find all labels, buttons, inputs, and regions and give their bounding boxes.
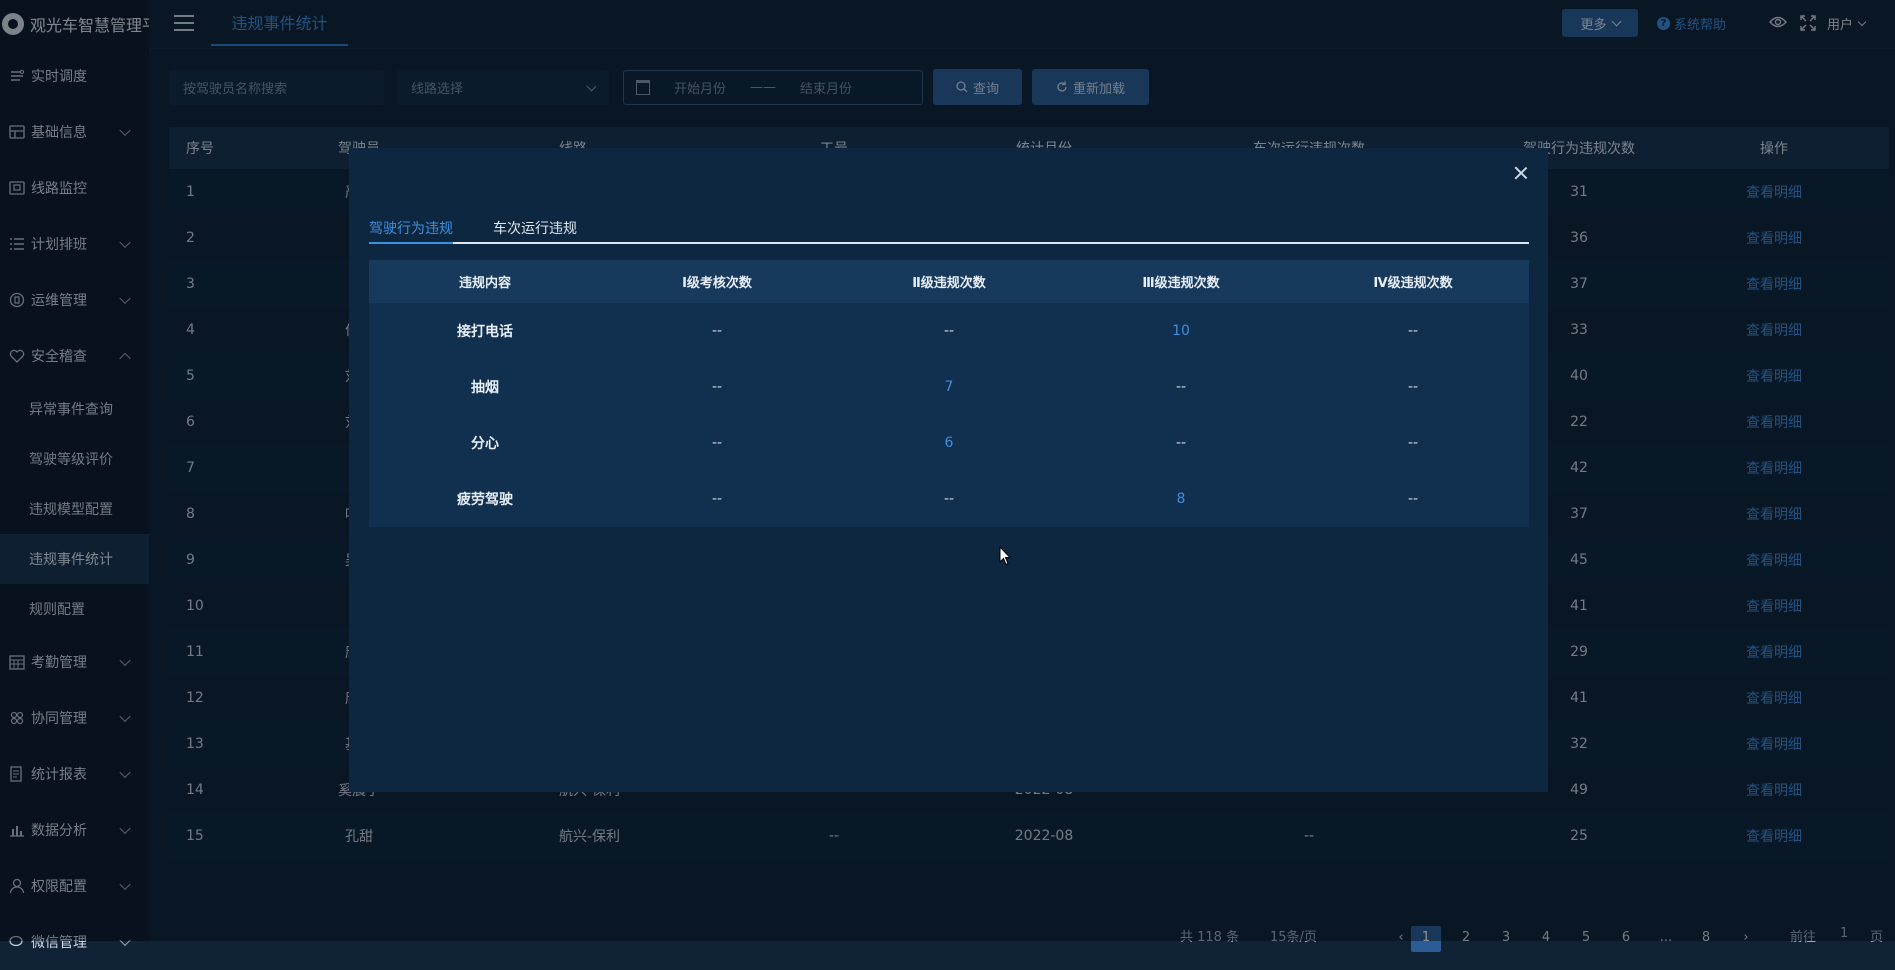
tab-driving-behavior[interactable]: 驾驶行为违规 [369,213,453,244]
tab-trip-operation[interactable]: 车次运行违规 [493,213,577,242]
modal-table-row: 接打电话 -- -- 10 -- [369,303,1529,359]
modal-detail-table: 违规内容 Ⅰ级考核次数 Ⅱ级违规次数 Ⅲ级违规次数 Ⅳ级违规次数 接打电话 -- -… [369,260,1529,527]
cell-level4: -- [1407,323,1419,339]
cell-violation-content: 接打电话 [457,324,513,340]
cell-level2: -- [943,323,955,339]
modal-table-body: 接打电话 -- -- 10 -- 抽烟 -- 7 -- -- 分心 -- 6 -- -- 疲劳驾驶 -- -- 8 -… [369,303,1529,527]
cell-violation-content: 分心 [471,436,499,452]
cell-level1: -- [711,323,723,339]
cell-level1: -- [711,491,723,507]
col-header-level4: Ⅳ级违规次数 [1373,276,1453,291]
cell-level3: 8 [1176,491,1186,507]
cell-level3: -- [1175,435,1187,451]
modal-tabs: 驾驶行为违规 车次运行违规 [369,213,1529,244]
cell-level4: -- [1407,379,1419,395]
modal-table-header: 违规内容 Ⅰ级考核次数 Ⅱ级违规次数 Ⅲ级违规次数 Ⅳ级违规次数 [369,260,1529,303]
modal-table-row: 疲劳驾驶 -- -- 8 -- [369,471,1529,527]
modal-table-row: 分心 -- 6 -- -- [369,415,1529,471]
cell-level2: 6 [944,435,954,451]
col-header-level2: Ⅱ级违规次数 [912,276,986,291]
cell-level1: -- [711,379,723,395]
close-icon[interactable] [1514,166,1528,180]
cell-level1: -- [711,435,723,451]
col-header-level1: Ⅰ级考核次数 [682,276,752,291]
cell-level4: -- [1407,435,1419,451]
cell-level3: -- [1175,379,1187,395]
cell-violation-content: 疲劳驾驶 [457,492,513,508]
cell-violation-content: 抽烟 [471,380,499,396]
cell-level3: 10 [1172,323,1190,339]
modal-table-row: 抽烟 -- 7 -- -- [369,359,1529,415]
col-header-level3: Ⅲ级违规次数 [1142,276,1220,291]
violation-detail-modal: 驾驶行为违规 车次运行违规 违规内容 Ⅰ级考核次数 Ⅱ级违规次数 Ⅲ级违规次数 … [349,148,1548,792]
col-header-content: 违规内容 [458,276,511,291]
cell-level2: -- [943,491,955,507]
cell-level4: -- [1407,491,1419,507]
mouse-cursor-icon [999,545,1012,570]
cell-level2: 7 [944,379,954,395]
